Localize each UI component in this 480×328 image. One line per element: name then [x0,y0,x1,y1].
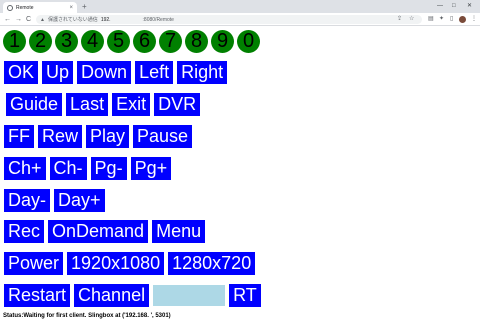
playback-row: FF Rew Play Pause [4,125,193,148]
address-bar[interactable]: ▲ 保護されていない通信 192. :8080/Remote [36,15,422,24]
guide-button[interactable]: Guide [6,93,63,116]
profile-avatar[interactable] [459,16,466,23]
number-button-4[interactable]: 4 [81,30,104,53]
nav-row: OK Up Down Left Right [4,61,228,84]
resolution-1280x720-button[interactable]: 1280x720 [168,252,256,275]
play-button[interactable]: Play [86,125,130,148]
restart-button[interactable]: Restart [4,284,71,307]
channel-up-button[interactable]: Ch+ [4,157,46,180]
page-up-button[interactable]: Pg+ [130,157,172,180]
globe-icon [7,4,13,11]
sidebar-icon[interactable]: ▯ [450,15,453,24]
number-button-5[interactable]: 5 [107,30,130,53]
url-path: :8080/Remote [142,16,174,23]
back-icon[interactable]: ← [4,14,11,25]
channel-button[interactable]: Channel [74,284,150,307]
share-icon[interactable]: ⇪ [397,15,402,24]
security-label: 保護されていない通信 [47,17,98,23]
browser-tab-strip: Remote × + — □ ✕ [0,0,480,13]
number-button-6[interactable]: 6 [133,30,156,53]
day-plus-button[interactable]: Day+ [54,189,105,212]
channel-number-input[interactable] [153,285,226,306]
exit-button[interactable]: Exit [112,93,151,116]
ondemand-button[interactable]: OnDemand [48,220,149,243]
resolution-1920x1080-button[interactable]: 1920x1080 [67,252,165,275]
up-button[interactable]: Up [42,61,74,84]
power-button[interactable]: Power [4,252,64,275]
last-button[interactable]: Last [66,93,109,116]
menu-kebab-icon[interactable]: ⋮ [471,15,477,24]
tab-close-icon[interactable]: × [69,5,73,11]
forward-icon[interactable]: → [15,14,22,25]
browser-tab[interactable]: Remote × [3,2,77,13]
bookmark-star-icon[interactable]: ☆ [409,15,414,24]
page-down-button[interactable]: Pg- [90,157,127,180]
ff-button[interactable]: FF [4,125,34,148]
number-keypad: 1 2 3 4 5 6 7 8 9 0 [3,30,260,53]
new-tab-button[interactable]: + [82,2,87,12]
pause-button[interactable]: Pause [133,125,193,148]
number-button-3[interactable]: 3 [55,30,78,53]
reload-icon[interactable]: C [26,14,31,25]
ok-button[interactable]: OK [4,61,39,84]
rt-button[interactable]: RT [229,284,261,307]
rew-button[interactable]: Rew [38,125,83,148]
rec-button[interactable]: Rec [4,220,45,243]
maximize-icon[interactable]: □ [452,1,456,11]
puzzle-icon[interactable]: ✦ [439,15,444,24]
guide-row: Guide Last Exit DVR [6,93,201,116]
record-row: Rec OnDemand Menu [4,220,206,243]
number-button-9[interactable]: 9 [211,30,234,53]
close-window-icon[interactable]: ✕ [467,1,472,11]
channel-entry-row: Restart Channel RT [4,284,261,307]
number-button-7[interactable]: 7 [159,30,182,53]
channel-page-row: Ch+ Ch- Pg- Pg+ [4,157,172,180]
menu-button[interactable]: Menu [152,220,206,243]
tab-title: Remote [16,4,34,11]
number-button-0[interactable]: 0 [237,30,260,53]
status-text: Status:Waiting for first client. Slingbo… [3,313,171,319]
number-button-1[interactable]: 1 [3,30,26,53]
down-button[interactable]: Down [77,61,132,84]
day-minus-button[interactable]: Day- [4,189,51,212]
resolution-row: Power 1920x1080 1280x720 [4,252,256,275]
channel-down-button[interactable]: Ch- [49,157,87,180]
minimize-icon[interactable]: — [437,1,443,11]
extension-icon[interactable]: ▤ [428,15,434,24]
number-button-8[interactable]: 8 [185,30,208,53]
dvr-button[interactable]: DVR [154,93,201,116]
right-button[interactable]: Right [177,61,228,84]
number-button-2[interactable]: 2 [29,30,52,53]
url-host: 192. [100,16,111,23]
browser-toolbar: ← → C ▲ 保護されていない通信 192. :8080/Remote ⇪ ☆… [0,13,480,26]
day-row: Day- Day+ [4,189,105,212]
left-button[interactable]: Left [135,61,174,84]
warning-icon: ▲ [40,16,45,23]
